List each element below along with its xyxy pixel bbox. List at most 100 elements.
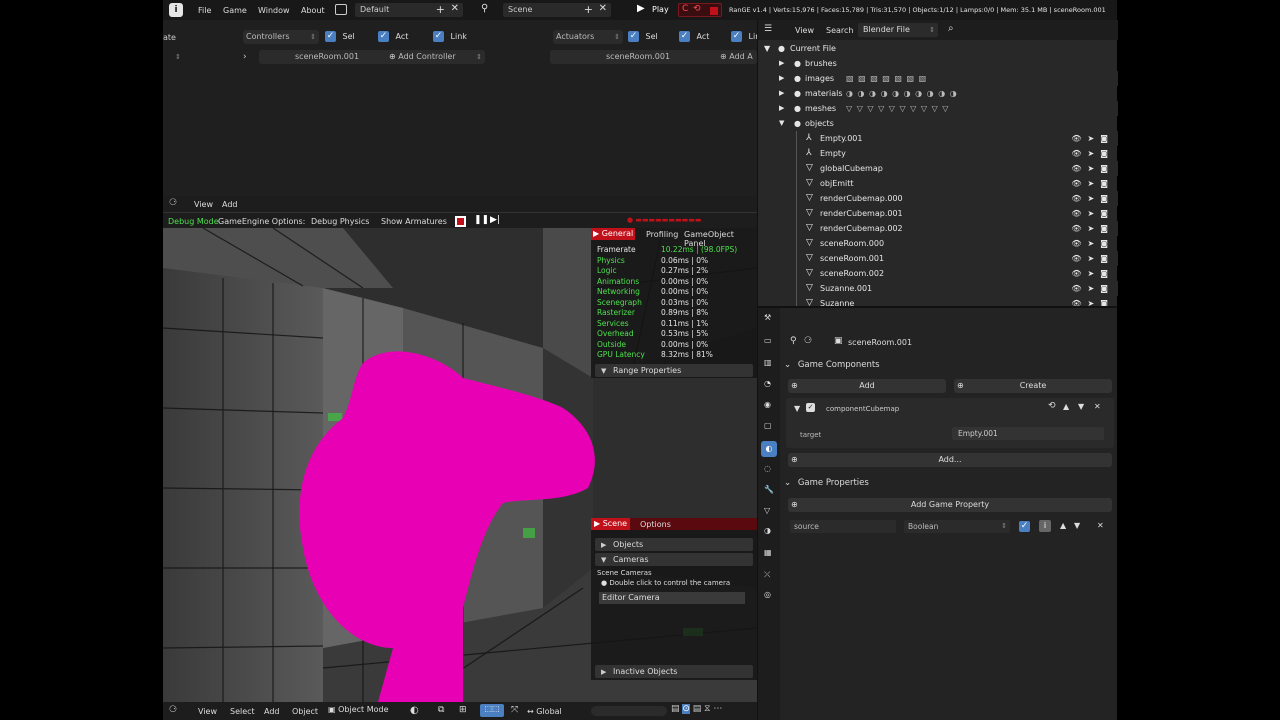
remove-component-icon[interactable]: ✕ — [1094, 402, 1101, 411]
visibility-icons[interactable]: 👁➤◙ — [1071, 251, 1114, 266]
shading-icon[interactable]: ◐ — [410, 705, 419, 716]
menu-view[interactable]: View — [198, 707, 217, 716]
add-actuator-button[interactable]: ⊕ Add A — [720, 50, 753, 64]
viewport-add-menu[interactable]: Add — [222, 200, 238, 209]
collapse-arrow-icon[interactable]: ▼ — [794, 404, 800, 413]
debug-physics-button[interactable]: Debug Physics — [311, 217, 369, 226]
game-properties-header[interactable]: ⌄ Game Properties — [784, 476, 1114, 490]
property-value-checkbox[interactable]: ✓ — [1019, 521, 1030, 532]
pause-icon[interactable]: ❚❚ — [474, 215, 489, 225]
controllers-link[interactable]: ✓ Link — [433, 31, 467, 42]
controllers-object-field[interactable]: sceneRoom.001 ⊕ Add Controller ⇕ — [259, 50, 485, 64]
add-more-button[interactable]: ⊕ Add... — [788, 453, 1112, 467]
property-name-field[interactable]: source — [790, 520, 896, 533]
scene-field[interactable]: Scene + ✕ — [503, 3, 611, 17]
tool-tab-icon[interactable]: ⚒ — [764, 313, 771, 322]
next-frame-icon[interactable]: ▶| — [490, 215, 500, 225]
visibility-icons[interactable]: 👁➤◙ — [1071, 131, 1114, 146]
tree-object-item[interactable]: ▽ sceneRoom.000 👁➤◙ — [758, 236, 1118, 251]
scene-tab-icon[interactable]: ◔ — [764, 379, 771, 388]
tree-object-item[interactable]: ▽ renderCubemap.002 👁➤◙ — [758, 221, 1118, 236]
range-properties-header[interactable]: ▼ Range Properties — [595, 364, 753, 377]
tab-scene[interactable]: ▶ Scene — [591, 518, 631, 530]
filter-search-icon[interactable]: ⌕ — [948, 23, 954, 34]
transform-icons[interactable]: ⬚⬚ — [480, 704, 504, 717]
object-tab-icon[interactable]: ▢ — [764, 421, 772, 430]
tree-group-materials[interactable]: ▶ ● materials ◑ ◑ ◑ ◑ ◑ ◑ ◑ ◑ ◑ ◑ — [758, 86, 1118, 101]
particles-tab-icon[interactable]: ◎ — [764, 590, 771, 599]
close-workspace-icon[interactable]: ✕ — [451, 3, 459, 14]
actuators-object-field[interactable]: sceneRoom.001 ⊕ Add A — [550, 50, 757, 64]
collapse-arrow-icon[interactable]: ▼ — [779, 116, 784, 131]
modifier-tab-icon[interactable]: 🔧 — [764, 485, 774, 494]
menu-add[interactable]: Add — [264, 707, 280, 716]
move-down-icon[interactable]: ▼ — [1078, 402, 1084, 411]
editor-type-icon[interactable]: ⚆ — [169, 198, 177, 208]
tab-general[interactable]: ▶ General — [591, 228, 636, 240]
play-button[interactable]: ▶ Play — [635, 3, 671, 17]
tree-object-item[interactable]: ▽ Suzanne 👁➤◙ — [758, 296, 1118, 306]
tree-group-brushes[interactable]: ▶ ● brushes — [758, 56, 1118, 71]
tree-object-item[interactable]: ▽ sceneRoom.001 👁➤◙ — [758, 251, 1118, 266]
controllers-act[interactable]: ✓ Act — [378, 31, 408, 42]
controllers-dropdown[interactable]: Controllers ⇕ — [243, 30, 319, 44]
move-down-icon[interactable]: ▼ — [1074, 521, 1080, 530]
actuators-link[interactable]: ✓ Link — [731, 31, 757, 42]
add-scene-icon[interactable]: + — [584, 3, 593, 16]
menu-game[interactable]: Game — [223, 6, 247, 15]
actuators-dropdown[interactable]: Actuators ⇕ — [553, 30, 623, 44]
actuators-sel[interactable]: ✓ Sel — [628, 31, 658, 42]
world-tab-icon[interactable]: ◉ — [764, 400, 771, 409]
tree-object-item[interactable]: ⅄ Empty 👁➤◙ — [758, 146, 1118, 161]
tree-group-meshes[interactable]: ▶ ● meshes ▽ ▽ ▽ ▽ ▽ ▽ ▽ ▽ ▽ ▽ — [758, 101, 1118, 116]
show-armatures-button[interactable]: Show Armatures — [381, 217, 447, 226]
tab-options[interactable]: Options — [640, 520, 671, 529]
tree-object-item[interactable]: ▽ sceneRoom.002 👁➤◙ — [758, 266, 1118, 281]
outliner-search-menu[interactable]: Search — [826, 26, 853, 35]
visibility-icons[interactable]: 👁➤◙ — [1071, 236, 1114, 251]
editor-type-icon[interactable]: ⚆ — [169, 705, 177, 715]
overlay-icon[interactable]: ⧉ — [438, 705, 444, 715]
game-components-header[interactable]: ⌄ Game Components — [784, 358, 1114, 372]
render-tab-icon[interactable]: ▭ — [764, 336, 772, 345]
remove-property-icon[interactable]: ✕ — [1097, 521, 1104, 530]
visibility-icons[interactable]: 👁➤◙ — [1071, 206, 1114, 221]
expand-arrow-icon[interactable]: ▶ — [779, 101, 784, 116]
viewport-view-menu[interactable]: View — [194, 200, 213, 209]
expand-arrow-icon[interactable]: ▶ — [779, 71, 784, 86]
tab-profiling[interactable]: Profiling — [646, 230, 678, 239]
blender-logo-icon[interactable]: i — [169, 3, 183, 17]
timeline-slider[interactable] — [591, 706, 667, 716]
left-arrows-icon[interactable]: ⇕ — [175, 53, 181, 61]
add-component-button[interactable]: ⊕ Add — [788, 379, 946, 393]
add-controller-button[interactable]: ⊕ Add Controller — [389, 50, 456, 64]
editor-camera-item[interactable]: Editor Camera — [599, 592, 745, 604]
menu-select[interactable]: Select — [230, 707, 255, 716]
expand-chevron-icon[interactable]: › — [243, 52, 247, 62]
tree-group-images[interactable]: ▶ ● images ▧ ▧ ▧ ▧ ▧ ▧ ▧ — [758, 71, 1118, 86]
snap-icon[interactable]: ⊞ — [459, 705, 467, 715]
move-up-icon[interactable]: ▲ — [1060, 521, 1066, 530]
stop-game-icon[interactable] — [455, 216, 466, 227]
workspace-field[interactable]: Default + ✕ — [355, 3, 463, 17]
visibility-icons[interactable]: 👁➤◙ — [1071, 176, 1114, 191]
controllers-sel[interactable]: ✓ Sel — [325, 31, 355, 42]
tree-object-item[interactable]: ▽ renderCubemap.000 👁➤◙ — [758, 191, 1118, 206]
data-tab-icon[interactable]: ▽ — [764, 506, 770, 515]
menu-file[interactable]: File — [198, 6, 211, 15]
mode-dropdown[interactable]: ▣ Object Mode — [328, 705, 389, 714]
visibility-icons[interactable]: 👁➤◙ — [1071, 146, 1114, 161]
outliner-view-menu[interactable]: View — [795, 26, 814, 35]
visibility-icons[interactable]: 👁➤◙ — [1071, 281, 1114, 296]
visibility-icons[interactable]: 👁➤◙ — [1071, 161, 1114, 176]
tree-object-item[interactable]: ▽ renderCubemap.001 👁➤◙ — [758, 206, 1118, 221]
visibility-icons[interactable]: 👁➤◙ — [1071, 221, 1114, 236]
tree-group-objects[interactable]: ▼ ● objects — [758, 116, 1118, 131]
reload-icon[interactable]: ⟲ — [1048, 401, 1056, 411]
cameras-section[interactable]: ▼ Cameras — [595, 553, 753, 566]
menu-window[interactable]: Window — [258, 6, 290, 15]
outliner-editor-icon[interactable]: ☰ — [764, 24, 772, 34]
actuators-act[interactable]: ✓ Act — [679, 31, 709, 42]
pivot-icon[interactable]: ⤧ — [511, 705, 518, 715]
texture-tab-icon[interactable]: ▦ — [764, 548, 772, 557]
